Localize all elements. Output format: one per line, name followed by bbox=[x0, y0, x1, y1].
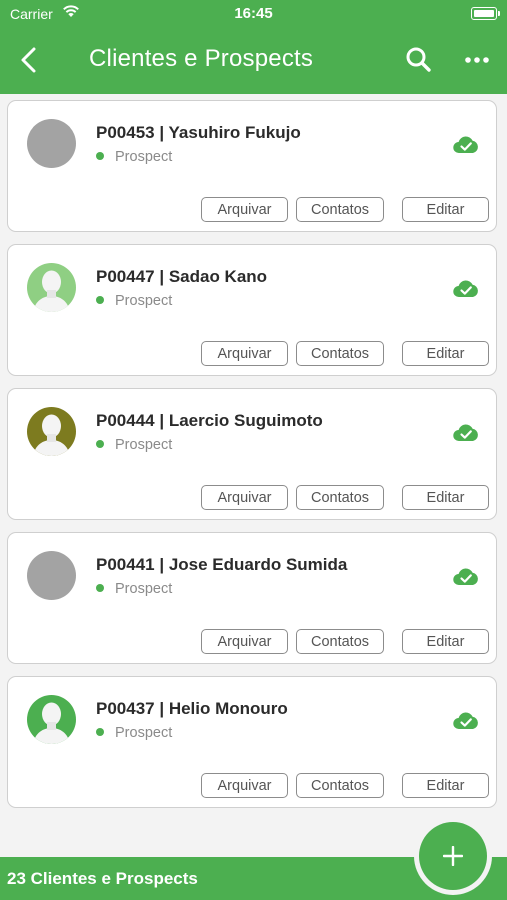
contacts-button[interactable]: Contatos bbox=[296, 341, 384, 366]
status-label: Prospect bbox=[115, 581, 173, 597]
status-dot-icon bbox=[96, 440, 104, 448]
contacts-button[interactable]: Contatos bbox=[296, 485, 384, 510]
status-bar: Carrier 16:45 bbox=[0, 0, 507, 28]
person-silhouette-icon bbox=[33, 414, 70, 456]
more-dots-icon bbox=[465, 57, 489, 63]
status-dot-icon bbox=[96, 296, 104, 304]
back-button[interactable] bbox=[14, 44, 46, 76]
client-card[interactable]: P00441 | Jose Eduardo Sumida Prospect Ar… bbox=[7, 532, 497, 664]
page-title: Clientes e Prospects bbox=[89, 45, 314, 72]
client-name: P00444 | Laercio Suguimoto bbox=[96, 411, 323, 430]
status-label: Prospect bbox=[115, 149, 173, 165]
archive-button[interactable]: Arquivar bbox=[201, 629, 288, 654]
avatar bbox=[27, 263, 76, 312]
edit-button[interactable]: Editar bbox=[402, 629, 489, 654]
more-options-button[interactable] bbox=[462, 45, 492, 75]
status-dot-icon bbox=[96, 728, 104, 736]
edit-button[interactable]: Editar bbox=[402, 773, 489, 798]
clock: 16:45 bbox=[234, 5, 273, 22]
status-dot-icon bbox=[96, 584, 104, 592]
avatar bbox=[27, 407, 76, 456]
contacts-button[interactable]: Contatos bbox=[296, 773, 384, 798]
edit-button[interactable]: Editar bbox=[402, 341, 489, 366]
client-card[interactable]: P00447 | Sadao Kano Prospect Arquivar Co… bbox=[7, 244, 497, 376]
edit-button[interactable]: Editar bbox=[402, 197, 489, 222]
client-status: Prospect bbox=[96, 725, 172, 741]
avatar-placeholder bbox=[27, 551, 76, 600]
battery-icon bbox=[471, 7, 500, 20]
client-card[interactable]: P00444 | Laercio Suguimoto Prospect Arqu… bbox=[7, 388, 497, 520]
archive-button[interactable]: Arquivar bbox=[201, 341, 288, 366]
client-status: Prospect bbox=[96, 437, 172, 453]
client-status: Prospect bbox=[96, 293, 172, 309]
status-label: Prospect bbox=[115, 725, 173, 741]
person-silhouette-icon bbox=[33, 270, 70, 312]
search-button[interactable] bbox=[404, 45, 434, 75]
person-silhouette-icon bbox=[33, 702, 70, 744]
client-name: P00437 | Helio Monouro bbox=[96, 699, 288, 718]
cloud-check-icon bbox=[453, 424, 479, 447]
client-name: P00441 | Jose Eduardo Sumida bbox=[96, 555, 348, 574]
status-label: Prospect bbox=[115, 437, 173, 453]
archive-button[interactable]: Arquivar bbox=[201, 197, 288, 222]
cloud-check-icon bbox=[453, 568, 479, 591]
chevron-left-icon bbox=[21, 47, 36, 73]
client-status: Prospect bbox=[96, 581, 172, 597]
avatar bbox=[27, 695, 76, 744]
add-button[interactable] bbox=[419, 822, 487, 890]
record-count: 23 Clientes e Prospects bbox=[7, 869, 198, 888]
archive-button[interactable]: Arquivar bbox=[201, 485, 288, 510]
client-card[interactable]: P00437 | Helio Monouro Prospect Arquivar… bbox=[7, 676, 497, 808]
plus-icon bbox=[443, 846, 463, 866]
status-dot-icon bbox=[96, 152, 104, 160]
contacts-button[interactable]: Contatos bbox=[296, 197, 384, 222]
cloud-check-icon bbox=[453, 280, 479, 303]
contacts-button[interactable]: Contatos bbox=[296, 629, 384, 654]
archive-button[interactable]: Arquivar bbox=[201, 773, 288, 798]
client-status: Prospect bbox=[96, 149, 172, 165]
status-label: Prospect bbox=[115, 293, 173, 309]
avatar-placeholder bbox=[27, 119, 76, 168]
edit-button[interactable]: Editar bbox=[402, 485, 489, 510]
nav-bar: Clientes e Prospects bbox=[0, 28, 507, 94]
client-card[interactable]: P00453 | Yasuhiro Fukujo Prospect Arquiv… bbox=[7, 100, 497, 232]
cloud-check-icon bbox=[453, 712, 479, 735]
client-name: P00447 | Sadao Kano bbox=[96, 267, 268, 286]
cloud-check-icon bbox=[453, 136, 479, 159]
client-name: P00453 | Yasuhiro Fukujo bbox=[96, 123, 301, 142]
search-icon bbox=[406, 47, 431, 72]
